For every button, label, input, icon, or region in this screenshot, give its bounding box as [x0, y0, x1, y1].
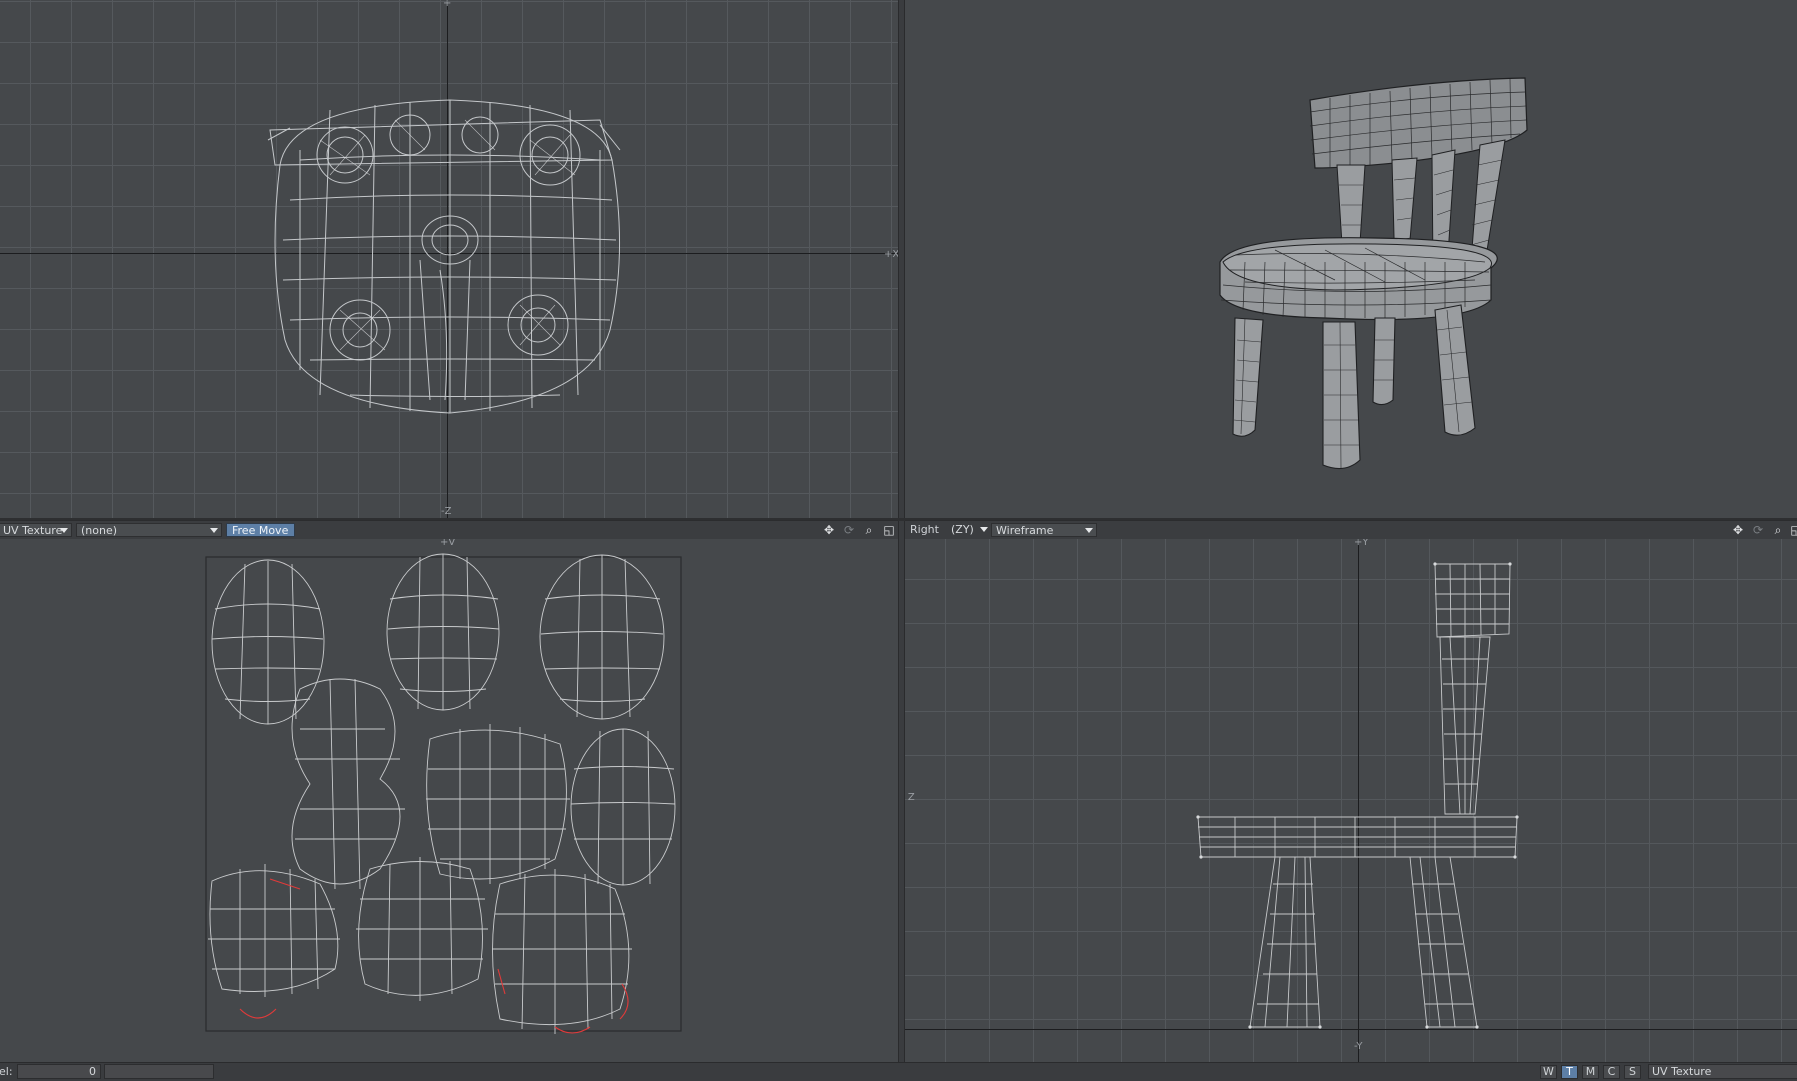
chair-perspective-render: [1219, 77, 1528, 470]
mode-w-button[interactable]: W: [1540, 1065, 1557, 1079]
viewport-header-bottom-left: UV Texture (none) Free Move ✥ ⟳ ⌕ ◱: [0, 520, 898, 540]
chevron-down-icon: [1085, 528, 1093, 533]
render-mode-dropdown-label: Wireframe: [996, 524, 1054, 537]
render-mode-dropdown[interactable]: Wireframe: [991, 523, 1097, 537]
status-message-field: [104, 1064, 214, 1079]
uv-map-dropdown[interactable]: (none): [76, 523, 222, 537]
projection-dropdown-label: UV Texture: [3, 524, 63, 537]
maximize-icon[interactable]: ◱: [1789, 523, 1797, 537]
rotate-icon[interactable]: ⟳: [1751, 523, 1765, 537]
uv-map-dropdown-label: (none): [81, 524, 118, 537]
viewport-bottom-right[interactable]: +Y +U Z -Y: [905, 539, 1797, 1062]
view-label[interactable]: Right: [910, 523, 939, 537]
mode-c-button[interactable]: C: [1603, 1065, 1620, 1079]
chair-side-wireframe: [1196, 562, 1519, 1029]
zoom-icon[interactable]: ⌕: [1771, 523, 1785, 537]
free-move-button[interactable]: Free Move: [226, 523, 295, 537]
viewport-top-left[interactable]: + +X -Z: [0, 0, 898, 518]
viewport-top-right[interactable]: [905, 0, 1797, 518]
axes-dropdown-label: (ZY): [951, 523, 974, 536]
chevron-down-icon: [980, 527, 988, 532]
chevron-down-icon: [60, 528, 68, 533]
level-value: 0: [89, 1065, 96, 1078]
map-selector[interactable]: UV Texture: [1648, 1064, 1797, 1079]
move-icon[interactable]: ✥: [822, 523, 836, 537]
status-bar: el: 0 W T M C S UV Texture: [0, 1062, 1797, 1081]
level-field[interactable]: 0: [17, 1064, 101, 1079]
viewport-bottom-left[interactable]: +V: [0, 539, 898, 1062]
zoom-icon[interactable]: ⌕: [862, 523, 876, 537]
axes-dropdown[interactable]: (ZY): [947, 523, 991, 537]
chair-top-wireframe: [267, 99, 621, 414]
mode-m-button[interactable]: M: [1582, 1065, 1599, 1079]
level-label: el:: [0, 1065, 13, 1078]
chevron-down-icon: [210, 528, 218, 533]
uv-layout: [205, 553, 682, 1034]
projection-dropdown[interactable]: UV Texture: [0, 523, 72, 537]
maximize-icon[interactable]: ◱: [882, 523, 896, 537]
mode-s-button[interactable]: S: [1624, 1065, 1641, 1079]
move-icon[interactable]: ✥: [1731, 523, 1745, 537]
viewport-divider-vertical[interactable]: [898, 0, 905, 1062]
viewport-header-bottom-right: Right (ZY) Wireframe ✥ ⟳ ⌕ ◱: [905, 520, 1797, 540]
mode-t-button[interactable]: T: [1561, 1065, 1578, 1079]
rotate-icon[interactable]: ⟳: [842, 523, 856, 537]
